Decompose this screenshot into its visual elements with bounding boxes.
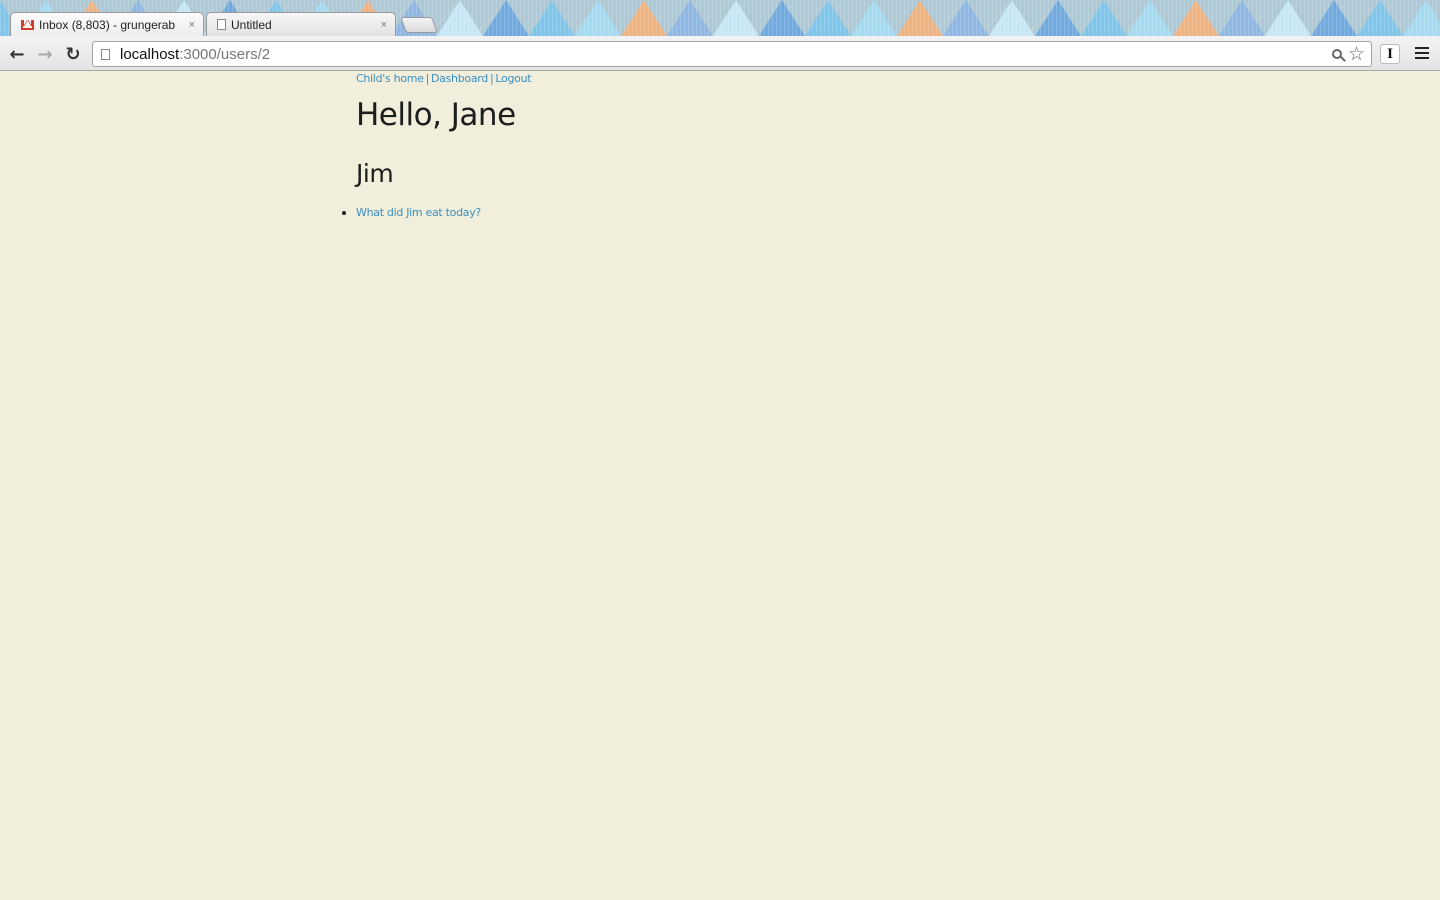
close-icon[interactable]: × xyxy=(189,19,195,31)
browser-toolbar: ← → ↻ localhost:3000/users/2 ☆ I xyxy=(0,36,1440,71)
page-icon xyxy=(217,19,226,30)
extension-label: I xyxy=(1387,45,1393,62)
back-arrow-icon: ← xyxy=(9,43,25,65)
new-tab-button[interactable] xyxy=(400,17,438,33)
nav-separator: | xyxy=(425,72,430,85)
top-nav: Child's home | Dashboard | Logout xyxy=(356,72,1156,85)
tab-title: Inbox (8,803) - grungerab xyxy=(39,17,176,32)
page-title: Hello, Jane xyxy=(356,97,516,133)
tab-inbox[interactable]: Inbox (8,803) - grungerab × xyxy=(10,12,204,36)
url-host: localhost xyxy=(120,45,180,63)
url-path: :3000/users/2 xyxy=(179,45,271,63)
forward-button[interactable]: → xyxy=(34,43,56,65)
reload-icon: ↻ xyxy=(65,43,81,65)
forward-arrow-icon: → xyxy=(37,43,53,65)
extension-button[interactable]: I xyxy=(1380,44,1400,64)
address-bar[interactable]: localhost:3000/users/2 ☆ xyxy=(92,41,1372,67)
nav-separator: | xyxy=(489,72,494,85)
bookmark-star-icon[interactable]: ☆ xyxy=(1348,44,1365,64)
tab-strip: Inbox (8,803) - grungerab × Untitled × xyxy=(0,0,1440,36)
gmail-icon xyxy=(21,19,34,30)
nav-link-childs-home[interactable]: Child's home xyxy=(356,72,424,85)
page-icon xyxy=(101,48,110,60)
tab-untitled[interactable]: Untitled × xyxy=(206,12,396,36)
reload-button[interactable]: ↻ xyxy=(62,43,84,65)
nav-link-dashboard[interactable]: Dashboard xyxy=(431,72,488,85)
list-item: What did Jim eat today? xyxy=(342,206,1156,219)
page-content: Child's home | Dashboard | Logout Hello, Jan… xyxy=(342,72,1156,219)
child-name-heading: Jim xyxy=(356,159,394,188)
search-icon[interactable] xyxy=(1331,49,1342,59)
question-link[interactable]: What did Jim eat today? xyxy=(356,206,481,219)
question-list: What did Jim eat today? xyxy=(342,206,1156,219)
omnibox-actions: ☆ xyxy=(1331,44,1365,64)
menu-icon[interactable] xyxy=(1415,47,1429,59)
back-button[interactable]: ← xyxy=(6,43,28,65)
close-icon[interactable]: × xyxy=(381,19,387,31)
url-text[interactable]: localhost:3000/users/2 xyxy=(120,46,270,63)
tab-title: Untitled xyxy=(231,17,272,32)
nav-link-logout[interactable]: Logout xyxy=(495,72,531,85)
